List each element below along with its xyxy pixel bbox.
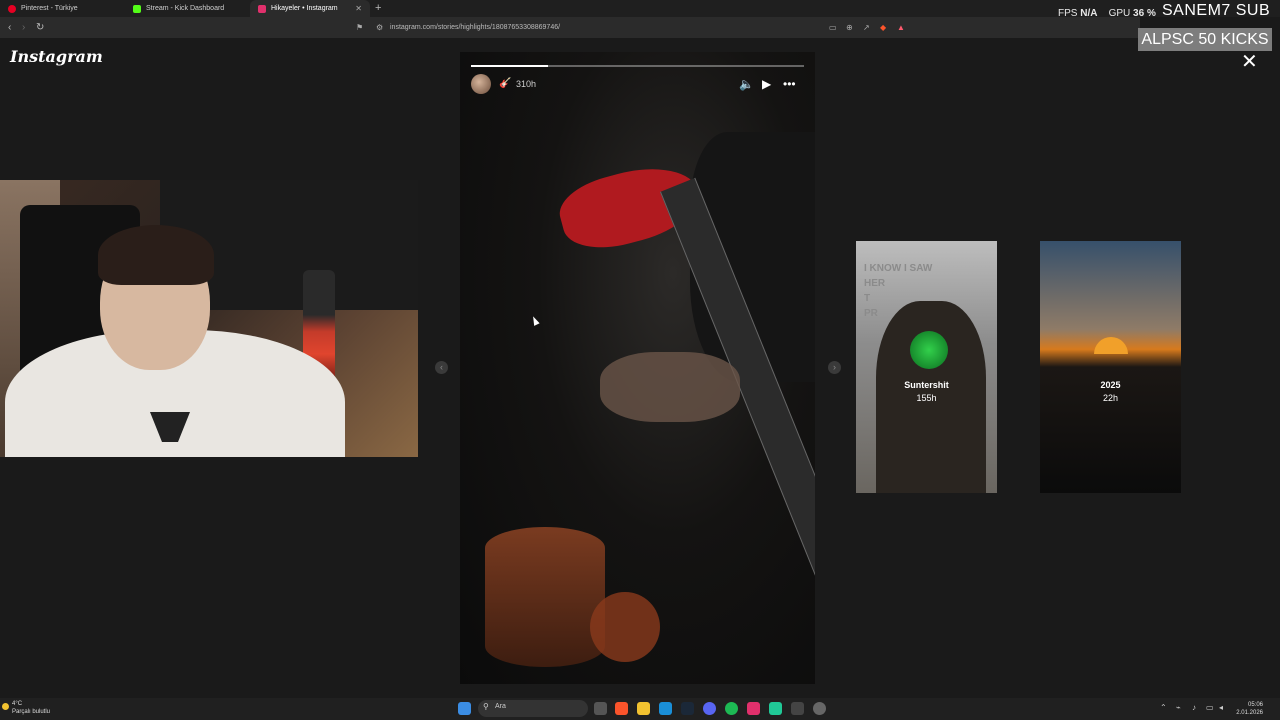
weather-icon bbox=[2, 703, 9, 710]
story-viewer[interactable]: 🎸 310h 🔈 ▶ ••• bbox=[460, 52, 815, 684]
preview-title: 2025 bbox=[1100, 380, 1121, 390]
windows-start-icon[interactable] bbox=[458, 702, 471, 715]
pinterest-icon bbox=[8, 4, 16, 13]
discord-icon[interactable] bbox=[703, 702, 716, 715]
story-progress-fill bbox=[471, 65, 548, 67]
fps-value: N/A bbox=[1080, 8, 1098, 19]
back-icon[interactable]: ‹ bbox=[8, 17, 11, 38]
new-tab-button[interactable]: + bbox=[375, 0, 381, 17]
screen-share-icon[interactable]: ▭ bbox=[829, 17, 837, 38]
tab-kick-dashboard[interactable]: Stream - Kick Dashboard bbox=[125, 0, 250, 17]
story-emoji: 🎸 bbox=[499, 78, 512, 89]
story-preview-2025[interactable]: 2025 22h bbox=[1040, 241, 1181, 493]
address-bar: ‹ › ↻ ⚑ ⚙ instagram.com/stories/highligh… bbox=[0, 17, 1140, 38]
app-icon[interactable] bbox=[769, 702, 782, 715]
play-icon[interactable]: ▶ bbox=[762, 76, 771, 92]
steam-icon[interactable] bbox=[681, 702, 694, 715]
share-icon[interactable]: ↗ bbox=[863, 17, 870, 38]
story-drum-small bbox=[590, 592, 660, 662]
preview-time: 155h bbox=[916, 393, 937, 403]
perf-overlay: FPS N/A GPU 36 % bbox=[1058, 8, 1156, 19]
story-drum bbox=[485, 527, 605, 667]
display-icon[interactable]: ▭ bbox=[1206, 703, 1214, 712]
windows-taskbar: 4°C Parçalı bulutlu ⚲ Ara ⌃ ⌁ ♪ ▭ ◂ 05:0… bbox=[0, 698, 1280, 720]
preview-time: 22h bbox=[1102, 393, 1119, 403]
preview-title: Suntershit bbox=[904, 380, 949, 390]
weather-temp: 4°C bbox=[12, 701, 23, 707]
bookmark-icon[interactable]: ⚑ bbox=[356, 17, 363, 38]
preview-avatar-ring bbox=[910, 331, 948, 369]
weather-widget[interactable]: 4°C Parçalı bulutlu bbox=[2, 700, 51, 716]
tab-label: Pinterest - Türkiye bbox=[21, 5, 78, 12]
tray-expand-icon[interactable]: ⌃ bbox=[1160, 703, 1167, 712]
zoom-icon[interactable]: ⊕ bbox=[846, 17, 853, 38]
brave-browser-icon[interactable] bbox=[615, 702, 628, 715]
clock-date: 2.01.2026 bbox=[1236, 710, 1263, 716]
instagram-icon bbox=[258, 4, 266, 13]
story-avatar[interactable] bbox=[471, 74, 491, 94]
next-story-icon[interactable]: › bbox=[828, 361, 841, 374]
search-placeholder: Ara bbox=[495, 703, 506, 710]
tab-pinterest[interactable]: Pinterest - Türkiye bbox=[0, 0, 125, 17]
mic-tray-icon[interactable]: ♪ bbox=[1192, 703, 1196, 712]
webcam-feed bbox=[0, 180, 418, 457]
volume-icon[interactable]: 🔈 bbox=[739, 76, 754, 92]
brave-rewards-icon[interactable]: ▲ bbox=[897, 17, 905, 38]
instagram-logo[interactable]: Instagram bbox=[10, 47, 103, 66]
story-hand bbox=[600, 352, 740, 422]
tab-label: Hikayeler • Instagram bbox=[271, 5, 338, 12]
search-icon: ⚲ bbox=[483, 702, 489, 711]
clock-time: 05:06 bbox=[1247, 702, 1263, 708]
taskbar-clock[interactable]: 05:06 2.01.2026 bbox=[1233, 701, 1263, 717]
obs-icon[interactable] bbox=[791, 702, 804, 715]
spotify-icon[interactable] bbox=[725, 702, 738, 715]
story-preview-suntershit[interactable]: I KNOW I SAW HER T PR Suntershit 155h bbox=[856, 241, 997, 493]
close-tab-icon[interactable]: ✕ bbox=[355, 4, 362, 13]
volume-tray-icon[interactable]: ◂ bbox=[1219, 703, 1223, 712]
story-time: 310h bbox=[516, 79, 537, 89]
reload-icon[interactable]: ↻ bbox=[36, 17, 44, 38]
url-field[interactable]: instagram.com/stories/highlights/1808765… bbox=[390, 17, 560, 38]
network-icon[interactable]: ⌁ bbox=[1176, 703, 1181, 712]
close-story-button[interactable]: ✕ bbox=[1241, 52, 1258, 72]
story-progress-bar bbox=[471, 65, 804, 67]
site-info-icon[interactable]: ⚙ bbox=[376, 17, 383, 38]
gpu-value: 36 % bbox=[1133, 8, 1156, 19]
settings-icon[interactable] bbox=[813, 702, 826, 715]
tab-label: Stream - Kick Dashboard bbox=[146, 5, 225, 12]
weather-text: Parçalı bulutlu bbox=[12, 709, 51, 715]
prev-story-icon[interactable]: ‹ bbox=[435, 361, 448, 374]
brave-shield-icon[interactable]: ◆ bbox=[880, 17, 886, 38]
file-explorer-icon[interactable] bbox=[637, 702, 650, 715]
forward-icon[interactable]: › bbox=[22, 17, 25, 38]
kick-icon bbox=[133, 4, 141, 13]
taskbar-search[interactable]: ⚲ Ara bbox=[478, 700, 588, 717]
instagram-app-icon[interactable] bbox=[747, 702, 760, 715]
preview-sunset bbox=[1094, 337, 1128, 354]
kicks-banner: ALPSC 50 KICKS bbox=[1138, 28, 1272, 51]
edge-icon[interactable] bbox=[659, 702, 672, 715]
streamer-hair bbox=[98, 225, 214, 285]
tab-instagram[interactable]: Hikayeler • Instagram ✕ bbox=[250, 0, 370, 17]
story-header: 🎸 310h 🔈 ▶ ••• bbox=[471, 74, 804, 96]
streamer-name: SANEM7 SUB bbox=[1162, 2, 1271, 19]
more-options-icon[interactable]: ••• bbox=[783, 76, 796, 92]
gpu-label: GPU bbox=[1108, 8, 1131, 19]
task-view-icon[interactable] bbox=[594, 702, 607, 715]
fps-label: FPS bbox=[1058, 8, 1078, 19]
